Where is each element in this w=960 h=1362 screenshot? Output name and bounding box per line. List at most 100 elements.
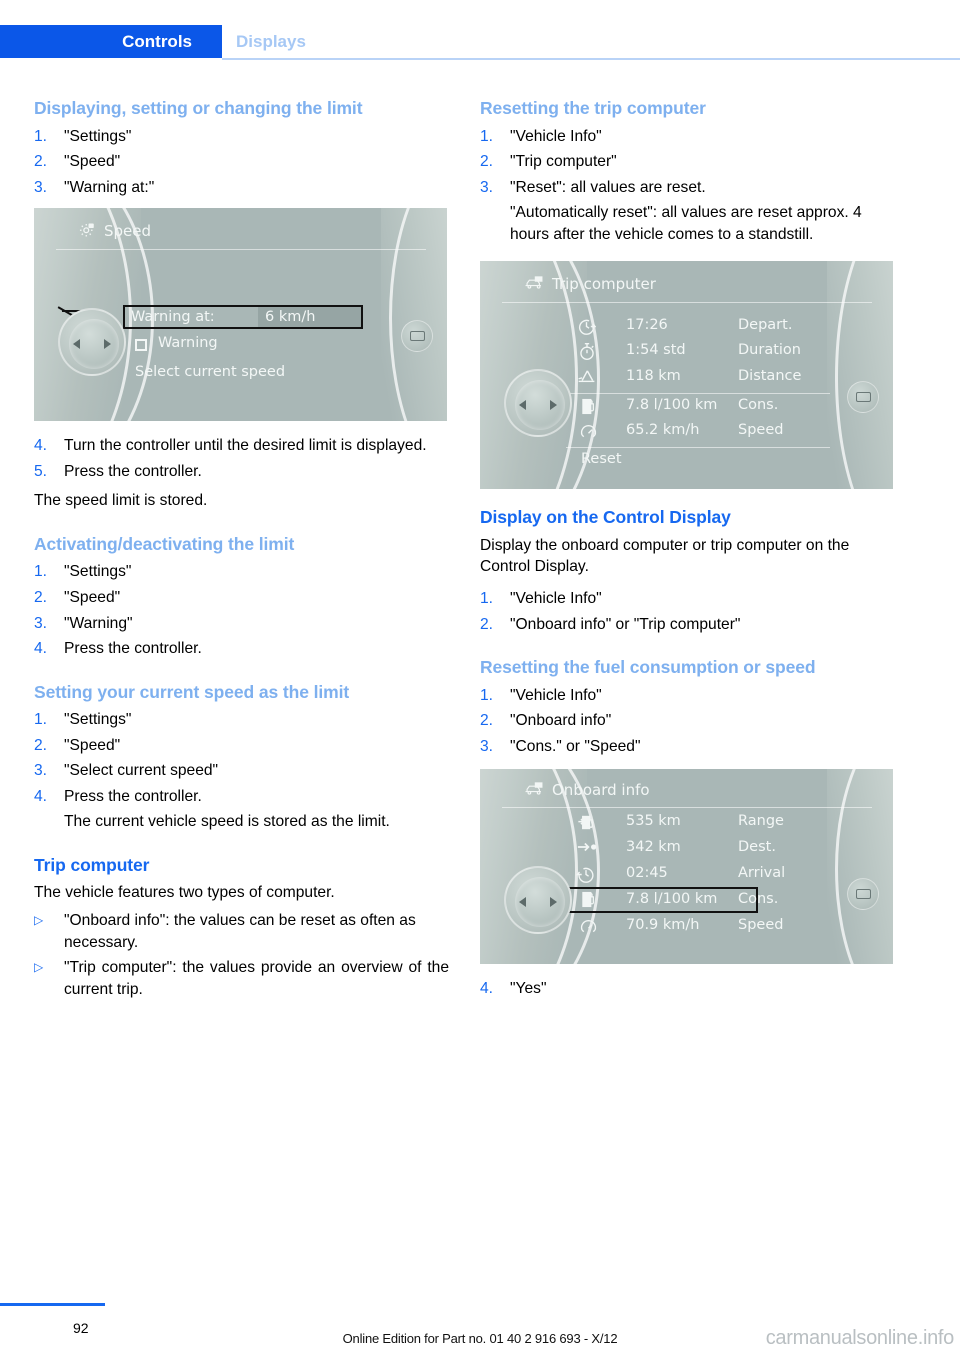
- step-text: "Reset": all values are reset.: [510, 178, 706, 196]
- list-item: 4. Press the controller.: [34, 786, 449, 808]
- list-item: 2. "Onboard info" or "Trip computer": [480, 614, 895, 636]
- arrow-left-icon: [73, 339, 80, 350]
- list-item: 3. "Cons." or "Speed": [480, 736, 895, 758]
- list-item: 1. "Settings": [34, 126, 449, 148]
- trip-distance-value: 118 km: [626, 368, 681, 385]
- menu-side-button[interactable]: [401, 320, 433, 353]
- step-text: "Onboard info" or "Trip computer": [510, 615, 741, 633]
- vehicle-info-icon: [524, 275, 544, 294]
- step-text: Turn the controller until the desired li…: [64, 437, 427, 455]
- step-number: 3.: [34, 614, 48, 632]
- onboard-arrival-label: Arrival: [738, 865, 786, 882]
- screen-right-gradient: [826, 769, 893, 965]
- tab-displays[interactable]: Displays: [236, 25, 306, 58]
- trip-reset-button[interactable]: Reset: [581, 451, 622, 467]
- distance-road-icon: [576, 368, 597, 390]
- bullets-computer-types: ▷ "Onboard info": the values can be rese…: [34, 910, 449, 1000]
- controller-knob-outer[interactable]: [504, 866, 572, 935]
- list-item: 3. "Reset": all values are reset.: [480, 177, 895, 199]
- trip-cons-value: 7.8 l/100 km: [626, 397, 718, 414]
- trip-cons-label: Cons.: [738, 397, 779, 414]
- step-text: "Speed": [64, 588, 121, 606]
- onboard-arrival-value: 02:45: [626, 865, 668, 882]
- figure-speed-select-current-speed: Select current speed: [135, 364, 286, 381]
- step-number: 5.: [34, 462, 48, 480]
- steps-activating-limit: 1. "Settings" 2. "Speed" 3. "Warning" 4.…: [34, 561, 449, 659]
- controller-knob-outer[interactable]: [504, 369, 572, 438]
- step-text: Press the controller.: [64, 787, 202, 805]
- step-number: 4.: [480, 980, 494, 998]
- decorative-arc: [834, 769, 893, 965]
- step-number: 3.: [480, 178, 494, 196]
- note-speed-limit-stored: The speed limit is stored.: [34, 492, 208, 510]
- step-number: 2.: [34, 588, 48, 606]
- step-number: 1.: [34, 563, 48, 581]
- menu-side-button[interactable]: [847, 878, 879, 911]
- onboard-range-value: 535 km: [626, 813, 681, 830]
- list-item: 1. "Vehicle Info": [480, 588, 895, 610]
- heading-resetting-trip-computer: Resetting the trip computer: [480, 98, 706, 118]
- list-item: 4. Turn the controller until the desired…: [34, 435, 449, 457]
- list-item: 2. "Speed": [34, 151, 449, 173]
- list-item: 1. "Settings": [34, 561, 449, 583]
- step-number: 3.: [34, 762, 48, 780]
- list-item: 4. "Yes": [480, 978, 895, 1000]
- arrow-right-icon: [550, 897, 557, 908]
- list-item: ▷ "Trip computer": the values provide an…: [34, 957, 449, 1000]
- step-text: "Yes": [510, 980, 547, 998]
- figure-speed-screen: Speed Warning at: 6 km/h Warning Select …: [34, 208, 447, 422]
- onboard-cons-label: Cons.: [738, 891, 779, 908]
- step-number: 4.: [34, 640, 48, 658]
- trip-depart-label: Depart.: [738, 317, 793, 334]
- screen-divider: [56, 249, 426, 251]
- figure-onboard-info-screen: Onboard info 535 km Range 342 km Dest. 0: [480, 769, 893, 965]
- step-text: "Vehicle Info": [510, 127, 602, 145]
- step-number: 1.: [480, 127, 494, 145]
- step-number: 2.: [34, 153, 48, 171]
- fuel-pump-icon: [581, 890, 597, 913]
- onboard-range-label: Range: [738, 813, 784, 830]
- settings-gear-icon: [78, 222, 96, 244]
- screen-divider: [502, 302, 872, 304]
- step-number: 4.: [34, 437, 48, 455]
- steps-confirm-reset: 4. "Yes": [480, 978, 895, 1000]
- list-item: 1. "Vehicle Info": [480, 685, 895, 707]
- list-item: 3. "Warning": [34, 613, 449, 635]
- step-number: 2.: [34, 736, 48, 754]
- arrow-left-icon: [519, 400, 526, 411]
- speedometer-icon: [579, 422, 598, 445]
- tab-displays-label: Displays: [236, 31, 306, 51]
- site-watermark: carmanualsonline.info: [765, 1327, 955, 1349]
- step-text: "Select current speed": [64, 762, 219, 780]
- trip-speed-value: 65.2 km/h: [626, 422, 700, 439]
- heading-activating-deactivating-limit: Activating/deactivating the limit: [34, 533, 295, 554]
- warning-checkbox[interactable]: [135, 339, 147, 352]
- heading-resetting-fuel-consumption-or-speed: Resetting the fuel consumption or speed: [480, 657, 816, 678]
- onboard-dest-value: 342 km: [626, 839, 681, 856]
- vehicle-info-icon: [524, 781, 544, 800]
- step-number: 2.: [480, 615, 494, 633]
- figure-speed-warning-value: 6 km/h: [265, 309, 316, 326]
- heading-displaying-setting-changing-limit: Displaying, setting or changing the limi…: [34, 98, 363, 118]
- onboard-cons-value: 7.8 l/100 km: [626, 891, 718, 908]
- triangle-bullet-icon: ▷: [34, 913, 44, 927]
- screen-divider: [566, 393, 830, 395]
- screen-divider: [566, 447, 830, 449]
- controller-knob-outer[interactable]: [58, 308, 126, 377]
- list-item: 3. "Select current speed": [34, 760, 449, 782]
- figure-onboard-info-title: Onboard info: [552, 781, 650, 800]
- step-text: "Onboard info": [510, 712, 612, 730]
- step-text: "Settings": [64, 127, 132, 145]
- speedometer-icon: [579, 917, 598, 940]
- screen-right-gradient: [826, 261, 893, 490]
- step-text: Press the controller.: [64, 640, 202, 658]
- tab-controls[interactable]: Controls: [0, 25, 222, 58]
- trip-depart-value: 17:26: [626, 317, 668, 334]
- right-column: Resetting the trip computer 1. "Vehicle …: [480, 98, 895, 1004]
- decorative-arc: [388, 208, 447, 422]
- heading-setting-current-speed-as-limit: Setting your current speed as the limit: [34, 681, 350, 702]
- step-number: 2.: [480, 153, 494, 171]
- menu-screen-icon: [855, 392, 871, 403]
- step-text: "Cons." or "Speed": [510, 737, 641, 755]
- step-text: "Trip computer": [510, 153, 617, 171]
